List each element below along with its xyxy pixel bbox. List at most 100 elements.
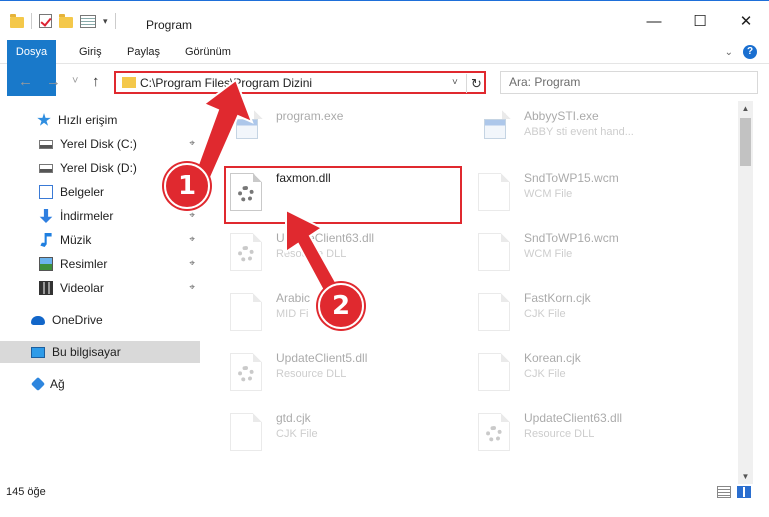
file-type: CJK File [524, 368, 566, 380]
up-arrow-icon[interactable]: ↑ [92, 73, 100, 90]
tab-home[interactable]: Giriş [79, 40, 102, 64]
status-bar: 145 öğe [0, 484, 769, 502]
file-type: Resource DLL [524, 428, 595, 440]
sidebar-item-music[interactable]: Müzik ⌖ [0, 229, 200, 251]
sidebar-item-label: Yerel Disk (C:) [60, 137, 137, 151]
dll-gear-icon [230, 353, 262, 391]
toolbar-separator [114, 13, 116, 29]
address-path[interactable]: C:\Program Files\Program Dizini [140, 76, 312, 90]
refresh-icon[interactable]: ↻ [466, 74, 486, 93]
drive-icon [39, 163, 53, 173]
file-icon [478, 353, 510, 391]
sidebar-item-local-disk-c[interactable]: Yerel Disk (C:) ⌖ [0, 133, 200, 155]
window-controls: — ☐ ✕ [631, 1, 769, 41]
application-icon [236, 119, 258, 139]
pin-icon[interactable]: ⌖ [189, 258, 195, 269]
file-item[interactable]: SndToWP16.wcm WCM File [466, 227, 706, 283]
sidebar-item-pictures[interactable]: Resimler ⌖ [0, 253, 200, 275]
sidebar-item-label: Yerel Disk (D:) [60, 161, 137, 175]
address-dropdown-chevron-icon[interactable]: ˅ [452, 77, 458, 88]
file-item[interactable]: AbbyySTI.exe ABBY sti event hand... [466, 105, 706, 161]
download-icon [39, 209, 53, 223]
sidebar-item-this-pc[interactable]: Bu bilgisayar [0, 341, 200, 363]
file-type: ABBY sti event hand... [524, 126, 634, 138]
file-name: Korean.cjk [524, 351, 581, 365]
cloud-icon [31, 315, 45, 325]
dll-gear-icon [230, 173, 262, 211]
back-arrow-icon[interactable]: ← [18, 73, 33, 90]
file-item[interactable]: FastKorn.cjk CJK File [466, 287, 706, 343]
vertical-scrollbar[interactable]: ▲ ▼ [738, 101, 753, 484]
file-type: CJK File [524, 308, 566, 320]
scroll-up-arrow-icon[interactable]: ▲ [738, 101, 753, 116]
expand-ribbon-chevron-icon[interactable]: ⌄ [725, 47, 733, 58]
new-folder-icon[interactable] [59, 13, 73, 28]
file-icon [478, 173, 510, 211]
file-item[interactable]: UpdateClient63.dll Resource DLL [466, 407, 706, 463]
pin-icon[interactable]: ⌖ [189, 234, 195, 245]
file-item[interactable]: UpdateClient63.dll Resource DLL [218, 227, 458, 283]
tiles-view-icon[interactable] [737, 486, 751, 498]
document-icon [39, 185, 53, 199]
scrollbar-thumb[interactable] [740, 118, 751, 166]
sidebar-item-onedrive[interactable]: OneDrive [0, 309, 200, 331]
file-name: program.exe [276, 109, 344, 123]
file-item[interactable]: Korean.cjk CJK File [466, 347, 706, 403]
search-input[interactable]: Ara: Program [500, 71, 758, 94]
sidebar-item-label: OneDrive [52, 313, 103, 327]
forward-arrow-icon[interactable]: → [46, 73, 61, 90]
customize-toolbar-chevron-icon[interactable]: ▾ [103, 16, 108, 27]
file-item[interactable]: UpdateClient5.dll Resource DLL [218, 347, 458, 403]
file-item[interactable]: program.exe [218, 105, 458, 161]
view-list-icon[interactable] [80, 14, 96, 28]
file-name: faxmon.dll [276, 171, 331, 185]
gear-icon [486, 426, 502, 442]
sidebar-item-downloads[interactable]: İndirmeler ⌖ [0, 205, 200, 227]
file-icon [230, 413, 262, 451]
dll-gear-icon [230, 233, 262, 271]
minimize-button[interactable]: — [631, 1, 677, 41]
file-icon [478, 293, 510, 331]
music-icon [40, 233, 52, 247]
pin-icon[interactable]: ⌖ [189, 282, 195, 293]
file-list: program.exe faxmon.dll UpdateClient63.dl… [218, 101, 738, 487]
gear-icon [238, 366, 254, 382]
properties-check-icon[interactable] [39, 14, 52, 28]
file-item-faxmon-dll[interactable]: faxmon.dll [218, 167, 458, 223]
pin-icon[interactable]: ⌖ [189, 138, 195, 149]
file-type: Resource DLL [276, 368, 347, 380]
file-type: Resource DLL [276, 248, 347, 260]
file-name: Arabic [276, 291, 311, 305]
tab-share[interactable]: Paylaş [127, 40, 160, 64]
computer-icon [31, 346, 45, 358]
details-view-icon[interactable] [717, 486, 731, 498]
pin-icon[interactable]: ⌖ [189, 210, 195, 221]
folder-icon [122, 77, 136, 88]
file-icon [478, 233, 510, 271]
scroll-down-arrow-icon[interactable]: ▼ [738, 469, 753, 484]
sidebar-item-videos[interactable]: Videolar ⌖ [0, 277, 200, 299]
step-1-badge: 1 [164, 163, 210, 209]
gear-icon [238, 186, 254, 202]
tab-view[interactable]: Görünüm [185, 40, 231, 64]
maximize-button[interactable]: ☐ [677, 1, 723, 41]
file-type: WCM File [524, 248, 573, 260]
video-icon [39, 281, 53, 295]
file-item[interactable]: gtd.cjk CJK File [218, 407, 458, 463]
sidebar-item-network[interactable]: Ağ [0, 373, 200, 395]
help-icon[interactable]: ? [743, 45, 757, 59]
close-button[interactable]: ✕ [723, 1, 769, 41]
file-item[interactable]: SndToWP15.wcm WCM File [466, 167, 706, 223]
recent-locations-chevron-icon[interactable]: ˅ [72, 75, 78, 87]
view-switcher [717, 486, 751, 498]
file-name: UpdateClient63.dll [524, 411, 623, 425]
exe-icon [478, 110, 511, 149]
address-bar[interactable]: C:\Program Files\Program Dizini ˅ ↻ [114, 71, 486, 94]
file-name: SndToWP16.wcm [524, 231, 619, 245]
sidebar-item-quick-access[interactable]: Hızlı erişim [0, 109, 200, 131]
item-count: 145 öğe [6, 486, 46, 498]
sidebar-item-label: Belgeler [60, 185, 105, 199]
application-icon [484, 119, 506, 139]
sidebar-item-label: İndirmeler [60, 209, 114, 223]
file-name: SndToWP15.wcm [524, 171, 619, 185]
